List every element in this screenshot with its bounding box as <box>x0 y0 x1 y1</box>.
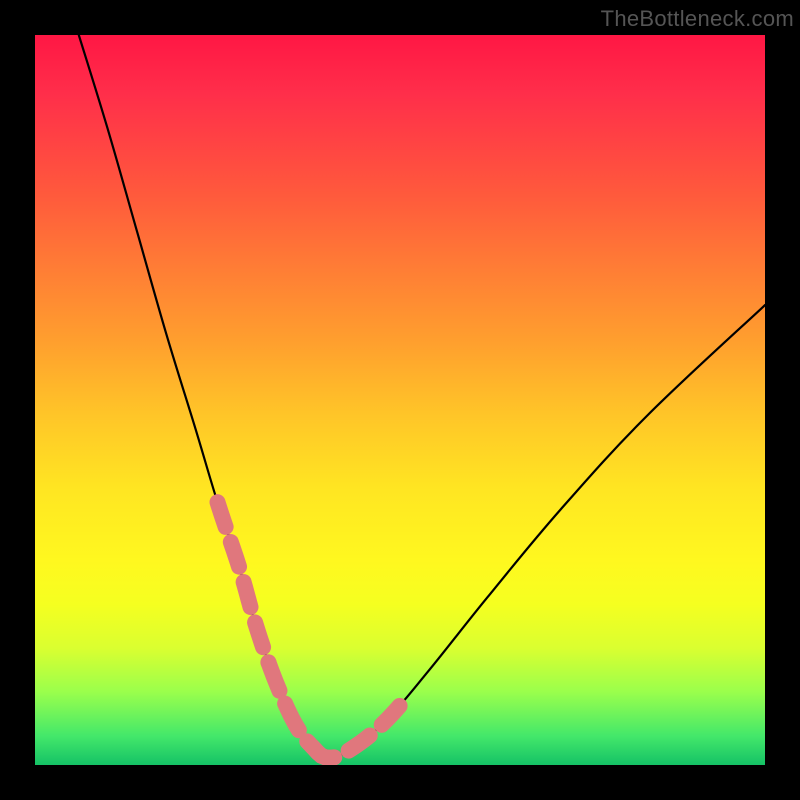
highlight-dash <box>349 735 370 750</box>
highlight-dash <box>231 542 239 567</box>
plot-area <box>35 35 765 765</box>
highlight-dash <box>244 582 251 607</box>
curve-layer <box>35 35 765 765</box>
highlight-dash <box>312 747 334 758</box>
bottleneck-curve-line <box>79 35 765 758</box>
watermark-label: TheBottleneck.com <box>601 6 794 32</box>
chart-frame: TheBottleneck.com <box>0 0 800 800</box>
highlight-dash <box>255 622 263 647</box>
highlight-dash <box>285 704 299 731</box>
highlight-dash <box>218 502 226 527</box>
highlight-dash-group <box>218 502 400 758</box>
highlight-dash <box>269 663 280 691</box>
highlight-dash <box>382 706 400 725</box>
